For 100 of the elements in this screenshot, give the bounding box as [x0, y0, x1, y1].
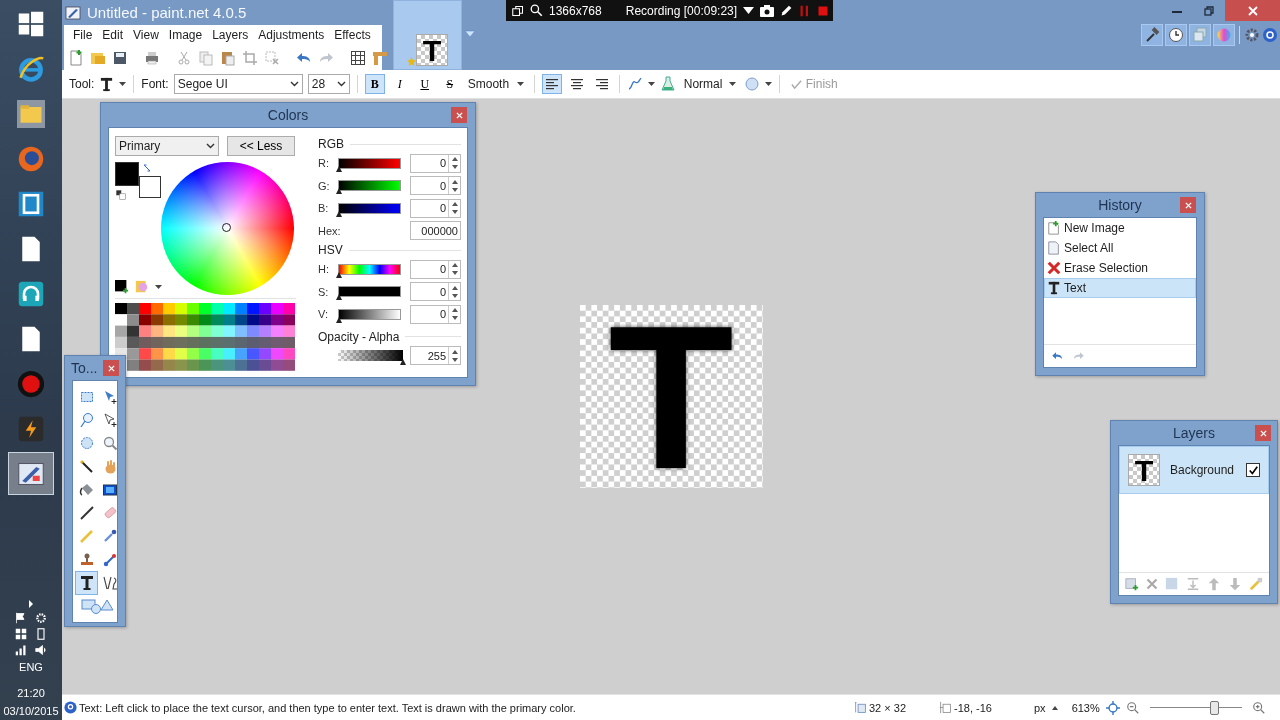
stop-icon[interactable] [817, 4, 830, 17]
app-icon [17, 189, 45, 218]
close-button[interactable] [1255, 425, 1271, 441]
secondary-color-swatch[interactable] [139, 176, 161, 198]
alpha-slider[interactable] [338, 350, 403, 362]
zoom-out-icon[interactable] [1125, 700, 1140, 715]
menu-item[interactable]: Edit [97, 25, 129, 45]
align-right-icon [595, 78, 608, 90]
slider-thumb[interactable] [400, 359, 406, 366]
gradient-icon [101, 481, 118, 498]
grid-icon[interactable] [350, 49, 366, 66]
window-title: Untitled - paint.net 4.0.5 [87, 4, 247, 21]
zoom-level[interactable]: 613% [1071, 701, 1100, 714]
slider-thumb[interactable] [336, 294, 342, 301]
help-icon[interactable] [1262, 27, 1278, 43]
hex-field[interactable]: 000000 [410, 221, 461, 241]
hue-slider[interactable] [338, 263, 401, 275]
camera-icon[interactable] [760, 4, 775, 17]
layers-panel-toggle[interactable] [1189, 24, 1211, 46]
reset-colors-icon[interactable] [116, 190, 126, 200]
font-label: Font: [141, 77, 169, 91]
font-size-dropdown[interactable]: 28 [307, 74, 350, 94]
recolor-icon [101, 551, 118, 568]
primary-color-swatch[interactable] [115, 162, 139, 186]
menu-item[interactable]: File [68, 25, 98, 45]
slider-thumb[interactable] [336, 165, 342, 172]
align-left-button[interactable] [541, 74, 562, 94]
text-tool-icon[interactable] [99, 76, 115, 92]
less-button[interactable]: << Less [227, 136, 295, 156]
image-canvas[interactable]: T [579, 305, 763, 488]
visibility-checkbox[interactable] [1246, 463, 1260, 477]
cross-icon [1047, 261, 1061, 275]
print-icon[interactable] [144, 49, 160, 66]
undo-icon[interactable] [1050, 350, 1065, 362]
number-field[interactable]: 0 [410, 176, 461, 196]
number-field[interactable]: 0 [410, 304, 461, 324]
number-field[interactable]: 0 [410, 153, 461, 173]
settings-icon[interactable] [1244, 27, 1260, 43]
language-indicator[interactable]: ENG [19, 660, 43, 674]
swap-icon[interactable] [143, 164, 151, 172]
layer-item[interactable]: T Background [1119, 446, 1269, 494]
italic-button[interactable]: I [389, 74, 410, 94]
pencil-icon[interactable] [780, 4, 794, 17]
text-tool[interactable] [75, 571, 98, 595]
curve-icon[interactable] [626, 76, 643, 92]
history-item[interactable]: Erase Selection [1044, 258, 1196, 278]
add-color-icon[interactable] [115, 280, 129, 294]
underline-button[interactable]: U [414, 74, 435, 94]
number-field[interactable]: 0 [410, 259, 461, 279]
value-slider[interactable] [338, 308, 401, 320]
number-field[interactable]: 0 [410, 282, 461, 302]
r-channel-slider[interactable] [338, 157, 401, 169]
battery-icon [35, 628, 47, 640]
add-layer-icon[interactable] [1125, 577, 1139, 591]
close-button[interactable] [1180, 197, 1196, 213]
star-icon [407, 57, 416, 66]
menu-item[interactable]: Image [163, 25, 208, 45]
hammer-panel-toggle[interactable] [1141, 24, 1163, 46]
g-channel-slider[interactable] [338, 180, 401, 192]
caret-icon[interactable] [743, 7, 755, 14]
strike-button[interactable]: S [439, 74, 460, 94]
flag-icon [15, 612, 27, 624]
ruler-icon[interactable] [372, 49, 388, 66]
image-tab[interactable]: T [393, 0, 462, 70]
tool-label: Tool: [69, 77, 95, 91]
menu-item[interactable]: Layers [207, 25, 254, 45]
number-field[interactable]: 255 [410, 346, 461, 366]
slider-thumb[interactable] [336, 271, 342, 278]
close-button[interactable] [103, 360, 119, 376]
number-field[interactable]: 0 [410, 198, 461, 218]
channel-label: V: [318, 308, 329, 321]
history-item[interactable]: Text [1044, 278, 1196, 298]
close-button[interactable] [451, 107, 467, 123]
units-dropdown[interactable]: px [1034, 701, 1046, 714]
paste-icon[interactable] [220, 49, 236, 66]
b-channel-slider[interactable] [338, 202, 401, 214]
close-button[interactable] [1225, 0, 1280, 21]
slider-thumb[interactable] [336, 188, 342, 195]
bold-button[interactable]: B [364, 74, 385, 94]
slider-thumb[interactable] [336, 316, 342, 323]
slider-thumb[interactable] [336, 210, 342, 217]
section-label: RGB [318, 137, 344, 151]
history-item[interactable]: New Image [1044, 218, 1196, 238]
taskbar-button[interactable] [8, 452, 54, 495]
zoom-in-icon[interactable] [1251, 700, 1266, 715]
new-image-icon[interactable] [68, 49, 84, 66]
zoom-fit-icon[interactable] [1105, 700, 1120, 715]
zoom-slider-thumb[interactable] [1210, 700, 1220, 715]
menu-item[interactable]: Effects [329, 25, 376, 45]
color-target-dropdown[interactable]: Primary [115, 136, 219, 156]
clock-panel-toggle[interactable] [1165, 24, 1187, 46]
font-dropdown[interactable]: Segoe UI [173, 74, 303, 94]
history-item[interactable]: Select All [1044, 238, 1196, 258]
spin-arrows-icon [451, 263, 458, 276]
color-wheel-panel-toggle[interactable] [1213, 24, 1235, 46]
menu-item[interactable]: View [128, 25, 164, 45]
window-title: Layers [1173, 425, 1215, 441]
save-icon[interactable] [112, 49, 128, 66]
saturation-slider[interactable] [338, 286, 401, 298]
menu-item[interactable]: Adjustments [253, 25, 330, 45]
